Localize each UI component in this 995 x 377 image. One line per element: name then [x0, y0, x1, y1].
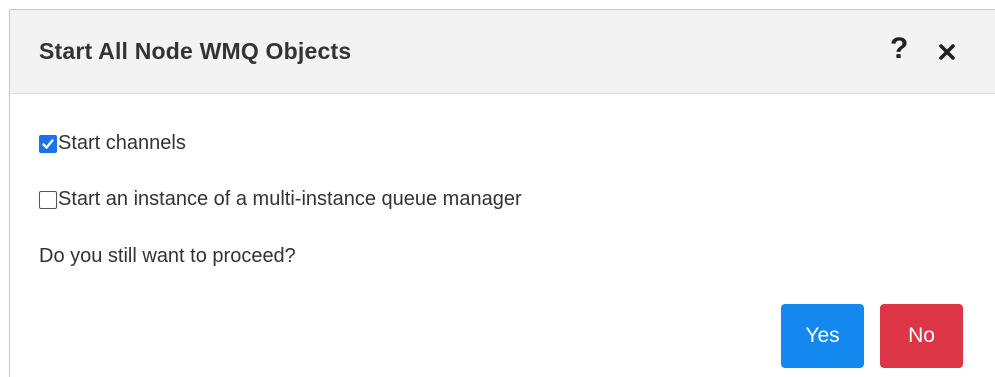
start-wmq-objects-dialog: Start All Node WMQ Objects ? Start chann…	[9, 9, 995, 377]
multi-instance-label: Start an instance of a multi-instance qu…	[58, 188, 522, 210]
confirm-question: Do you still want to proceed?	[39, 245, 296, 267]
start-channels-label: Start channels	[58, 132, 186, 154]
dialog-header: Start All Node WMQ Objects ?	[10, 10, 995, 94]
start-channels-option[interactable]: Start channels	[39, 132, 186, 155]
multi-instance-option[interactable]: Start an instance of a multi-instance qu…	[39, 188, 522, 211]
no-button[interactable]: No	[880, 304, 963, 368]
yes-button[interactable]: Yes	[781, 304, 864, 368]
start-channels-checkbox[interactable]	[39, 134, 57, 153]
dialog-title: Start All Node WMQ Objects	[39, 38, 352, 64]
help-icon[interactable]: ?	[890, 32, 908, 66]
multi-instance-checkbox[interactable]	[39, 190, 57, 209]
close-icon[interactable]	[938, 43, 956, 61]
